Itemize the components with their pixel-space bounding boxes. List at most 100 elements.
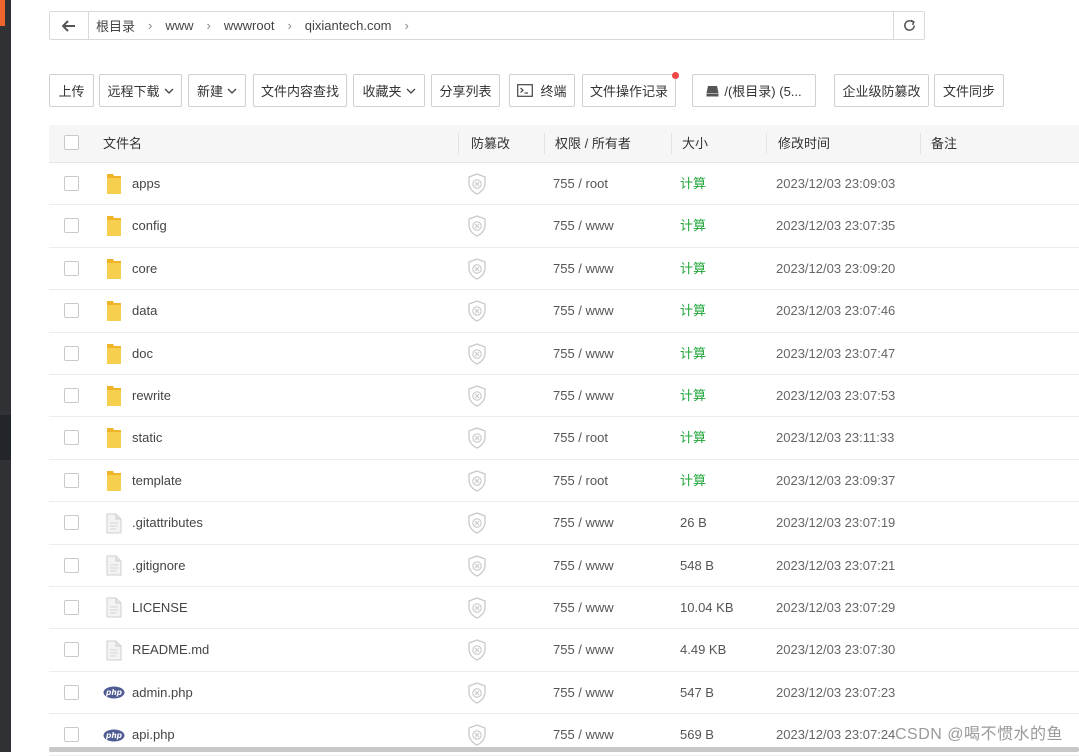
permission-owner[interactable]: 755 / www [553, 205, 614, 247]
permission-owner[interactable]: 755 / www [553, 248, 614, 290]
file-size[interactable]: 计算 [680, 417, 706, 459]
row-checkbox[interactable] [64, 599, 79, 615]
row-checkbox[interactable] [64, 684, 79, 700]
table-row[interactable]: LICENSE 755 / www 10.04 KB 2023/12/03 23:07… [49, 587, 1079, 630]
content-search-button[interactable]: 文件内容查找 [253, 74, 347, 107]
remote-download-button[interactable]: 远程下载 [99, 74, 182, 107]
table-row[interactable]: .gitattributes 755 / www 26 B 2023/12/03 23… [49, 502, 1079, 545]
file-name[interactable]: core [132, 248, 157, 290]
crumb-wwwroot[interactable]: wwwroot [224, 18, 275, 33]
row-checkbox[interactable] [64, 260, 79, 276]
row-checkbox[interactable] [64, 727, 79, 743]
permission-owner[interactable]: 755 / www [553, 587, 614, 629]
file-size[interactable]: 计算 [680, 460, 706, 502]
new-button[interactable]: 新建 [188, 74, 246, 107]
table-row[interactable]: template 755 / root 计算 2023/12/03 23:09:37 [49, 460, 1079, 503]
row-checkbox[interactable] [64, 642, 79, 658]
upload-button[interactable]: 上传 [49, 74, 94, 107]
sidebar-accent [0, 0, 5, 26]
header-size[interactable]: 大小 [682, 125, 708, 162]
row-checkbox[interactable] [64, 557, 79, 573]
shield-icon[interactable] [467, 290, 487, 332]
table-row[interactable]: static 755 / root 计算 2023/12/03 23:11:33 [49, 417, 1079, 460]
file-name[interactable]: LICENSE [132, 587, 188, 629]
shield-icon[interactable] [467, 545, 487, 587]
file-size: 548 B [680, 557, 714, 573]
tamper-button[interactable]: 企业级防篡改 [834, 74, 929, 107]
shield-icon[interactable] [467, 248, 487, 290]
permission-owner[interactable]: 755 / www [553, 290, 614, 332]
file-name[interactable]: .gitignore [132, 545, 185, 587]
shield-icon[interactable] [467, 163, 487, 205]
select-all-checkbox[interactable] [64, 135, 79, 150]
table-row[interactable]: apps 755 / root 计算 2023/12/03 23:09:03 [49, 163, 1079, 206]
permission-owner[interactable]: 755 / root [553, 163, 608, 205]
file-name[interactable]: doc [132, 333, 153, 375]
permission-owner[interactable]: 755 / www [553, 333, 614, 375]
table-row[interactable]: php admin.php 755 / www 547 B 2023/12/03 23:… [49, 672, 1079, 715]
favorites-button[interactable]: 收藏夹 [353, 74, 425, 107]
shield-icon[interactable] [467, 417, 487, 459]
shield-icon[interactable] [467, 460, 487, 502]
table-row[interactable]: data 755 / www 计算 2023/12/03 23:07:46 [49, 290, 1079, 333]
shield-icon[interactable] [467, 333, 487, 375]
file-name[interactable]: template [132, 460, 182, 502]
svg-text:php: php [105, 731, 123, 740]
table-row[interactable]: doc 755 / www 计算 2023/12/03 23:07:47 [49, 333, 1079, 375]
permission-owner[interactable]: 755 / www [553, 629, 614, 671]
permission-owner[interactable]: 755 / www [553, 375, 614, 417]
shield-icon[interactable] [467, 672, 487, 714]
file-name[interactable]: README.md [132, 629, 209, 671]
shield-icon[interactable] [467, 587, 487, 629]
file-size[interactable]: 计算 [680, 205, 706, 247]
file-size[interactable]: 计算 [680, 375, 706, 417]
table-row[interactable]: core 755 / www 计算 2023/12/03 23:09:20 [49, 248, 1079, 291]
row-checkbox[interactable] [64, 472, 79, 488]
row-checkbox[interactable] [64, 303, 79, 319]
file-name[interactable]: config [132, 205, 167, 247]
permission-owner[interactable]: 755 / root [553, 417, 608, 459]
file-name[interactable]: static [132, 417, 162, 459]
row-checkbox[interactable] [64, 387, 79, 403]
row-checkbox[interactable] [64, 176, 79, 191]
table-row[interactable]: rewrite 755 / www 计算 2023/12/03 23:07:53 [49, 375, 1079, 418]
file-size[interactable]: 计算 [680, 248, 706, 290]
row-checkbox[interactable] [64, 218, 79, 234]
refresh-button[interactable] [893, 12, 924, 39]
file-size[interactable]: 计算 [680, 290, 706, 332]
crumb-www[interactable]: www [165, 18, 193, 33]
permission-owner[interactable]: 755 / www [553, 545, 614, 587]
row-checkbox[interactable] [64, 430, 79, 446]
table-row[interactable]: .gitignore 755 / www 548 B 2023/12/03 23:07… [49, 545, 1079, 587]
op-log-button[interactable]: 文件操作记录 [582, 72, 679, 107]
permission-owner[interactable]: 755 / www [553, 672, 614, 714]
shield-icon[interactable] [467, 502, 487, 544]
file-size[interactable]: 计算 [680, 333, 706, 375]
header-mtime[interactable]: 修改时间 [778, 125, 830, 162]
permission-owner[interactable]: 755 / www [553, 502, 614, 544]
sync-button[interactable]: 文件同步 [934, 74, 1004, 107]
shield-icon[interactable] [467, 375, 487, 417]
file-name[interactable]: rewrite [132, 375, 171, 417]
row-checkbox[interactable] [64, 345, 79, 361]
shield-icon[interactable] [467, 205, 487, 247]
crumb-site[interactable]: qixiantech.com [305, 18, 392, 33]
disk-button[interactable]: /(根目录) (5... [692, 74, 816, 107]
share-list-button[interactable]: 分享列表 [431, 74, 500, 107]
shield-icon[interactable] [467, 629, 487, 671]
header-name[interactable]: 文件名 [103, 125, 142, 162]
terminal-button[interactable]: 终端 [509, 74, 575, 107]
breadcrumb: 根目录 › www › wwwroot › qixiantech.com › [96, 12, 422, 39]
file-size[interactable]: 计算 [680, 163, 706, 205]
table-row[interactable]: config 755 / www 计算 2023/12/03 23:07:35 [49, 205, 1079, 248]
permission-owner[interactable]: 755 / root [553, 460, 608, 502]
table-row[interactable]: README.md 755 / www 4.49 KB 2023/12/03 23:0… [49, 629, 1079, 672]
file-name[interactable]: data [132, 290, 157, 332]
file-name[interactable]: .gitattributes [132, 502, 203, 544]
file-name[interactable]: apps [132, 163, 160, 205]
file-name[interactable]: admin.php [132, 672, 193, 714]
row-checkbox[interactable] [64, 515, 79, 531]
horizontal-scrollbar[interactable] [49, 747, 1079, 752]
back-button[interactable] [50, 12, 89, 39]
crumb-root[interactable]: 根目录 [96, 16, 135, 35]
